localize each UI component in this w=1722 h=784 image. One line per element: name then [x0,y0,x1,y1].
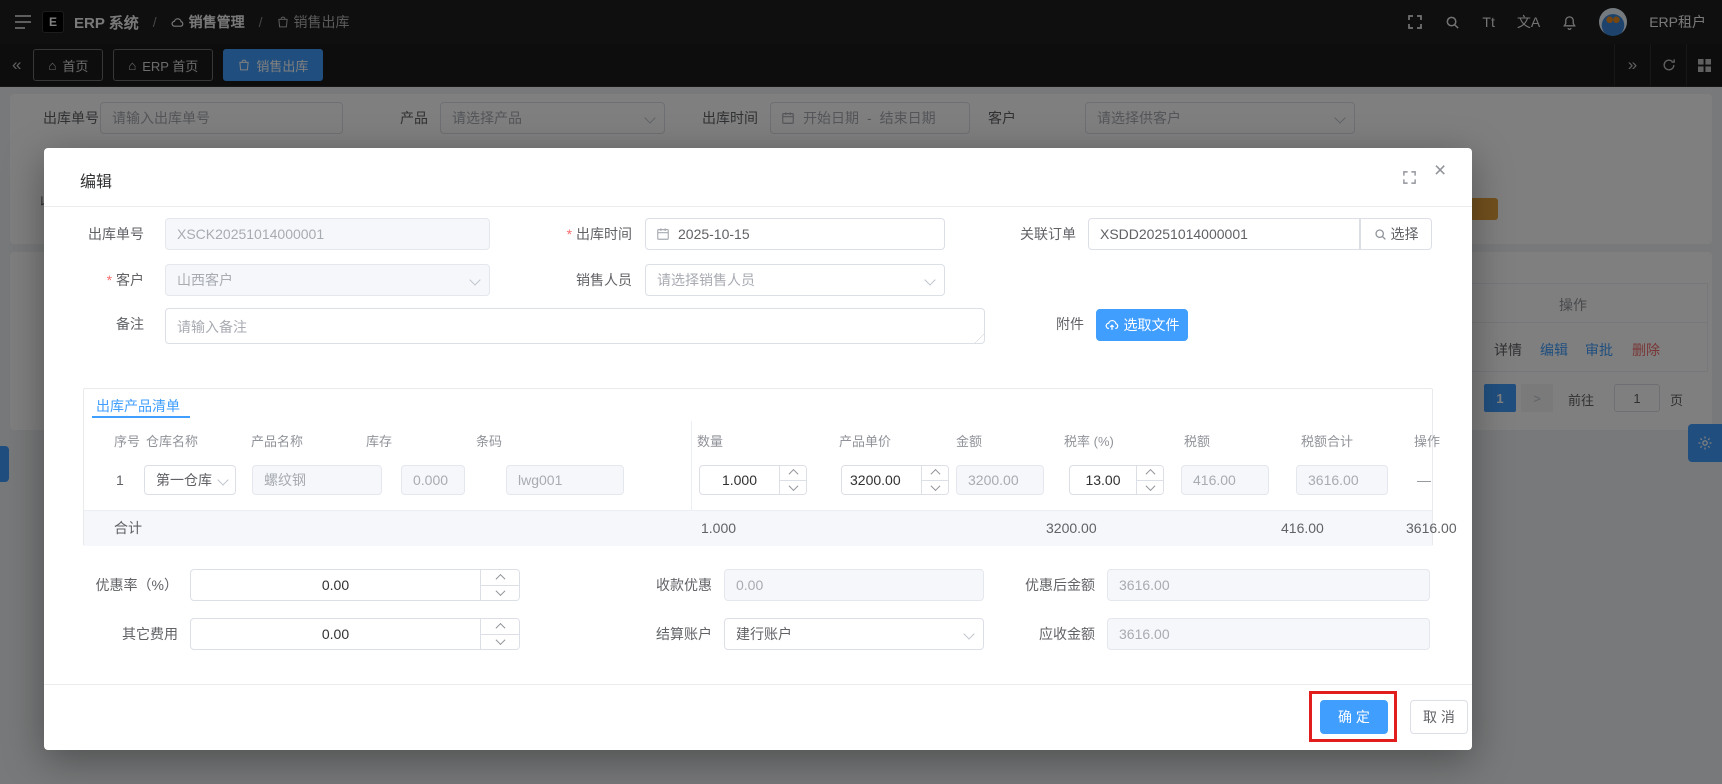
attachment-upload-button[interactable]: 选取文件 [1096,309,1188,341]
erp-app: E ERP 系统 / 销售管理 / 销售出库 [0,0,1722,784]
total-amount: 3200.00 [1046,520,1097,536]
amount-after-discount-input [1107,569,1430,601]
chevron-down-icon [217,474,229,486]
total-tax: 416.00 [1281,520,1324,536]
row-price-stepper[interactable] [841,465,949,495]
salesperson-select[interactable]: 请选择销售人员 [645,264,945,296]
attachment-label: 附件 [1056,316,1084,332]
row-stock-input [401,465,465,495]
amount-after-discount-label: 优惠后金额 [1025,577,1095,593]
receivable-label: 应收金额 [1039,626,1095,642]
row-qty-input[interactable] [700,466,779,494]
collection-discount-input [724,569,984,601]
row-tax-total-input [1296,465,1388,495]
row-amount-input [956,465,1044,495]
other-fee-label: 其它费用 [122,626,178,642]
search-icon [1374,228,1387,241]
spinner-down-icon[interactable] [780,480,806,495]
spinner-up-icon[interactable] [481,570,519,586]
spinner-up-icon[interactable] [780,466,806,481]
collection-discount-label: 收款优惠 [656,577,712,593]
customer-select: 山西客户 [165,264,490,296]
col-index: 序号 [114,434,141,449]
total-label: 合计 [114,520,142,536]
settlement-account-select[interactable]: 建行账户 [724,618,984,650]
order-no-input [165,218,490,250]
tab-product-list[interactable]: 出库产品清单 [96,396,180,416]
chevron-down-icon [924,274,936,286]
confirm-button[interactable]: 确 定 [1320,700,1388,734]
total-row: 合计 1.000 3200.00 416.00 3616.00 [84,510,1457,546]
row-index: 1 [116,472,124,488]
row-tax-rate-stepper[interactable] [1069,465,1164,495]
total-tax-total: 3616.00 [1406,520,1457,536]
total-qty: 1.000 [701,520,737,536]
col-op: 操作 [1414,434,1441,449]
other-fee-stepper[interactable] [190,618,520,650]
related-order-input[interactable] [1088,218,1360,250]
product-list-section: 出库产品清单 序号 仓库名称 产品名称 库存 条码 数量 产品单价 金额 税率 … [83,388,1457,546]
customer-label: 客户 [64,264,144,296]
other-fee-input[interactable] [191,619,480,649]
calendar-icon [656,227,670,241]
salesperson-label: 销售人员 [576,272,632,288]
col-warehouse: 仓库名称 [146,434,199,449]
dialog-close-icon[interactable]: × [1434,160,1446,181]
fixed-column-divider [691,421,692,510]
row-barcode-input [506,465,624,495]
col-price: 产品单价 [839,434,892,449]
spinner-down-icon[interactable] [481,586,519,601]
row-qty-stepper[interactable] [699,465,807,495]
col-amount: 金额 [956,434,983,449]
out-time-value: 2025-10-15 [678,226,750,242]
row-price-input[interactable] [842,466,921,494]
discount-rate-stepper[interactable] [190,569,520,601]
col-tax-total: 税额合计 [1301,434,1354,449]
dialog-footer-divider [44,684,1472,685]
row-warehouse-select[interactable]: 第一仓库 [144,465,236,495]
edit-dialog: 编辑 × 出库单号 出库时间 2025-10-15 关联订单 选择 客户 山西客… [44,148,1472,750]
receivable-input [1107,618,1430,650]
spinner-down-icon[interactable] [922,480,948,495]
dialog-title: 编辑 [80,174,113,191]
row-tax-input [1181,465,1269,495]
col-tax: 税额 [1184,434,1211,449]
discount-rate-input[interactable] [191,570,480,600]
spinner-up-icon[interactable] [1137,466,1163,481]
spinner-up-icon[interactable] [922,466,948,481]
related-order-label: 关联订单 [1020,226,1076,242]
chevron-down-icon [469,274,481,286]
spinner-down-icon[interactable] [481,635,519,650]
out-time-label: 出库时间 [532,218,632,250]
col-tax-rate: 税率 (%) [1064,434,1114,449]
col-product: 产品名称 [251,434,304,449]
related-order-select-button[interactable]: 选择 [1360,218,1432,250]
discount-rate-label: 优惠率（%） [95,577,178,593]
remark-label: 备注 [116,316,144,332]
spinner-up-icon[interactable] [481,619,519,635]
dialog-fullscreen-icon[interactable] [1402,170,1417,185]
dialog-header-divider [44,206,1472,207]
col-qty: 数量 [697,434,724,449]
row-tax-rate-input[interactable] [1070,466,1136,494]
col-barcode: 条码 [476,434,503,449]
cancel-button[interactable]: 取 消 [1410,700,1468,734]
order-no-label: 出库单号 [88,226,144,242]
spinner-down-icon[interactable] [1137,480,1163,495]
out-time-date-input[interactable]: 2025-10-15 [645,218,945,250]
row-op-dash: — [1417,472,1431,488]
chevron-down-icon [963,628,975,640]
active-tab-underline [92,416,190,418]
remark-textarea[interactable] [165,308,985,344]
settlement-account-label: 结算账户 [656,626,712,642]
row-product-input [252,465,382,495]
col-stock: 库存 [366,434,393,449]
upload-cloud-icon [1105,318,1119,332]
